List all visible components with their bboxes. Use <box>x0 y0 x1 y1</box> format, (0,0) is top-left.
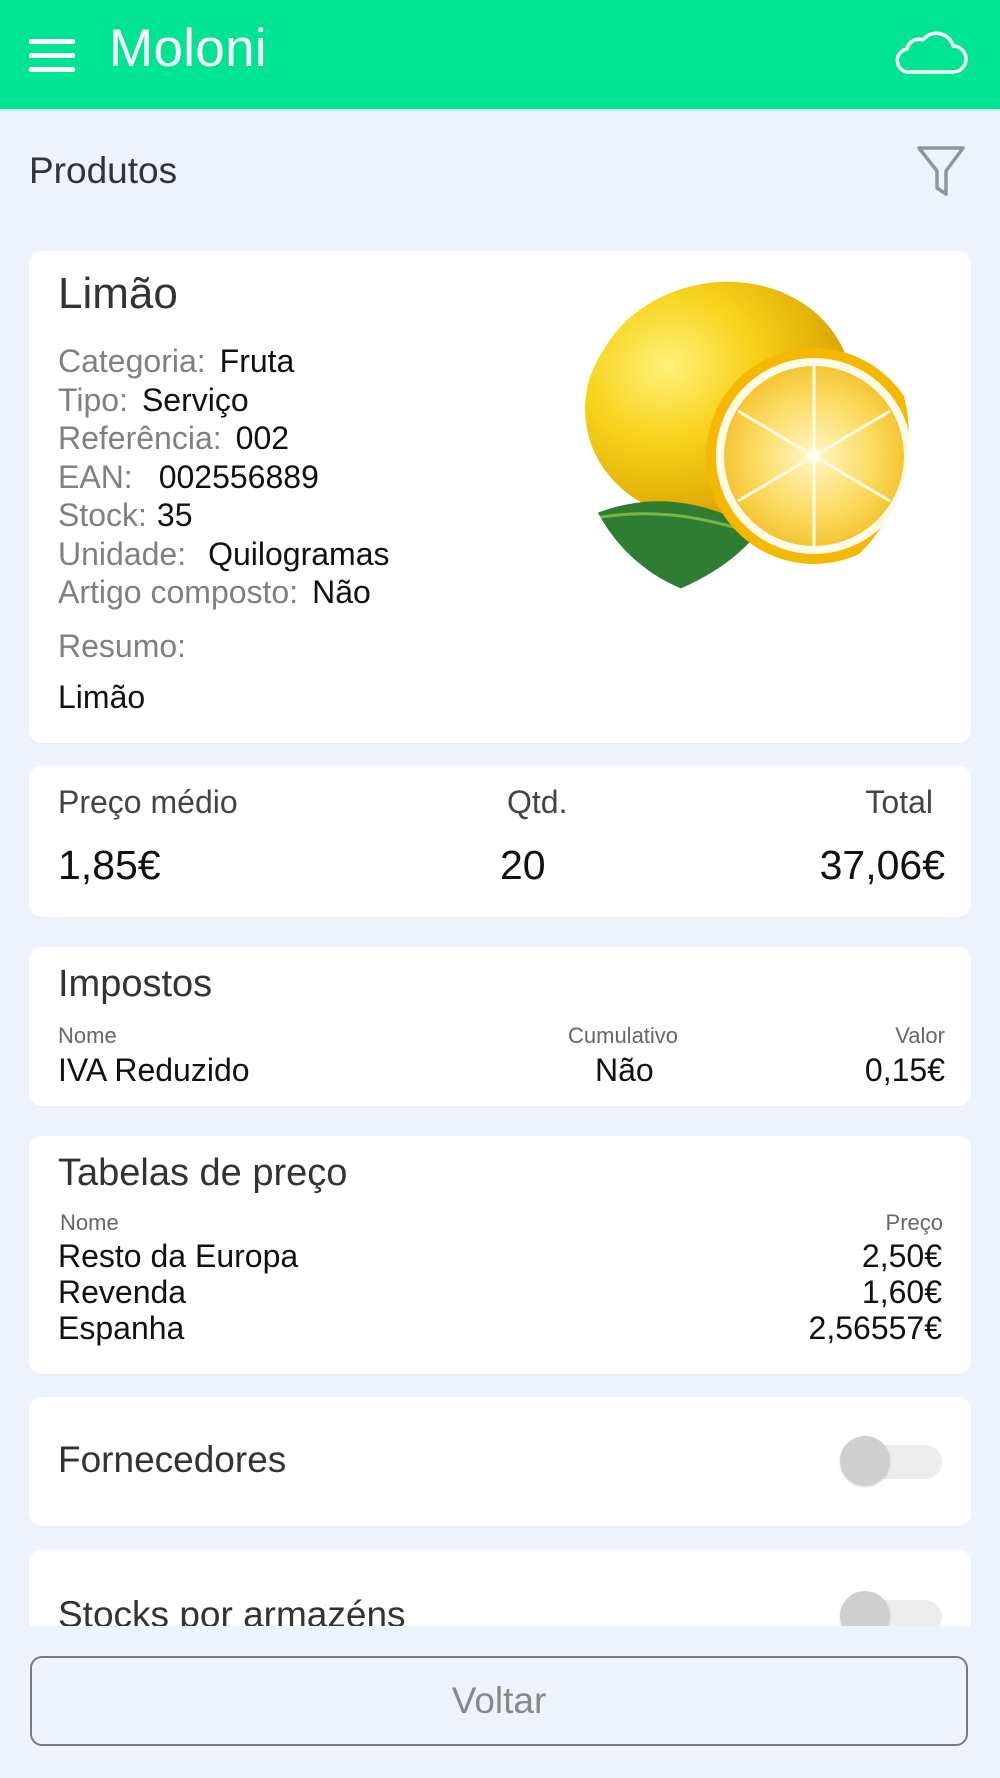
price-table-list: Resto da Europa 2,50€ Revenda 1,60€ Espa… <box>58 1238 942 1346</box>
avg-price-label: Preço médio <box>58 784 238 820</box>
attribute-label: Artigo composto: <box>58 574 299 610</box>
price-table-price-header: Preço <box>885 1210 943 1235</box>
summary-value: Limão <box>58 679 146 715</box>
price-table-price: 2,56557€ <box>808 1310 942 1346</box>
quantity-label: Qtd. <box>507 784 568 820</box>
app-header: Moloni <box>0 0 1000 109</box>
attribute-row: Referência: 002 <box>58 419 390 458</box>
price-table-name: Espanha <box>58 1310 185 1346</box>
tax-cumulative-header: Cumulativo <box>568 1023 679 1048</box>
summary-label: Resumo: <box>58 628 187 664</box>
attribute-value: Serviço <box>141 381 249 418</box>
price-table-row: Espanha 2,56557€ <box>58 1310 942 1346</box>
filter-icon[interactable] <box>915 143 967 199</box>
lemon-image <box>579 271 909 601</box>
attribute-label: Referência: <box>58 420 222 456</box>
price-table-name: Resto da Europa <box>58 1238 299 1274</box>
attribute-row: Artigo composto: Não <box>58 573 390 612</box>
product-name: Limão <box>58 269 178 318</box>
attribute-label: EAN: <box>58 458 133 495</box>
attribute-label: Categoria: <box>58 343 206 379</box>
hamburger-menu-icon[interactable] <box>29 39 75 73</box>
tax-name: IVA Reduzido <box>58 1052 250 1088</box>
attribute-row: Categoria: Fruta <box>58 342 390 381</box>
tax-name-header: Nome <box>58 1023 117 1048</box>
price-summary-card: Preço médio Qtd. Total 1,85€ 20 37,06€ <box>29 766 971 917</box>
taxes-title: Impostos <box>58 963 213 1005</box>
attribute-row: Unidade: Quilogramas <box>58 535 390 574</box>
price-tables-card: Tabelas de preço Nome Preço Resto da Eur… <box>29 1136 971 1374</box>
attribute-row: Tipo: Serviço <box>58 381 390 420</box>
product-attributes: Categoria: Fruta Tipo: Serviço Referência:… <box>58 342 390 612</box>
attribute-value: 35 <box>156 497 193 533</box>
tax-cumulative: Não <box>595 1052 654 1088</box>
total-value: 37,06€ <box>819 842 945 888</box>
app-title: Moloni <box>109 19 267 78</box>
suppliers-toggle[interactable] <box>840 1436 942 1486</box>
tax-value-header: Valor <box>895 1023 945 1048</box>
attribute-value: Fruta <box>219 343 295 379</box>
attribute-label: Unidade: <box>58 535 187 572</box>
price-table-name-header: Nome <box>60 1210 119 1235</box>
attribute-row: EAN: 002556889 <box>58 458 390 497</box>
attribute-value: Quilogramas <box>208 535 390 572</box>
attribute-label: Tipo: <box>58 381 128 418</box>
attribute-label: Stock: <box>58 497 147 533</box>
price-table-row: Revenda 1,60€ <box>58 1274 942 1310</box>
taxes-card: Impostos Nome Cumulativo Valor IVA Reduz… <box>29 947 971 1106</box>
product-card: Limão Categoria: Fruta Tipo: Serviço Refer… <box>29 251 971 743</box>
total-label: Total <box>865 784 933 820</box>
attribute-value: Não <box>312 574 371 610</box>
price-table-price: 2,50€ <box>861 1238 942 1274</box>
attribute-value: 002556889 <box>158 458 319 495</box>
suppliers-card: Fornecedores <box>29 1397 971 1526</box>
price-table-name: Revenda <box>58 1274 187 1310</box>
tax-value: 0,15€ <box>864 1052 945 1088</box>
back-button[interactable]: Voltar <box>30 1656 968 1746</box>
quantity-value: 20 <box>500 842 546 888</box>
page-title: Produtos <box>29 150 178 191</box>
price-tables-title: Tabelas de preço <box>58 1152 348 1194</box>
bottom-bar: Voltar <box>0 1626 1000 1778</box>
price-table-row: Resto da Europa 2,50€ <box>58 1238 942 1274</box>
suppliers-title: Fornecedores <box>58 1439 287 1480</box>
avg-price-value: 1,85€ <box>58 842 161 888</box>
cloud-icon[interactable] <box>893 30 969 76</box>
attribute-row: Stock: 35 <box>58 496 390 535</box>
price-table-price: 1,60€ <box>861 1274 942 1310</box>
attribute-value: 002 <box>235 420 290 456</box>
